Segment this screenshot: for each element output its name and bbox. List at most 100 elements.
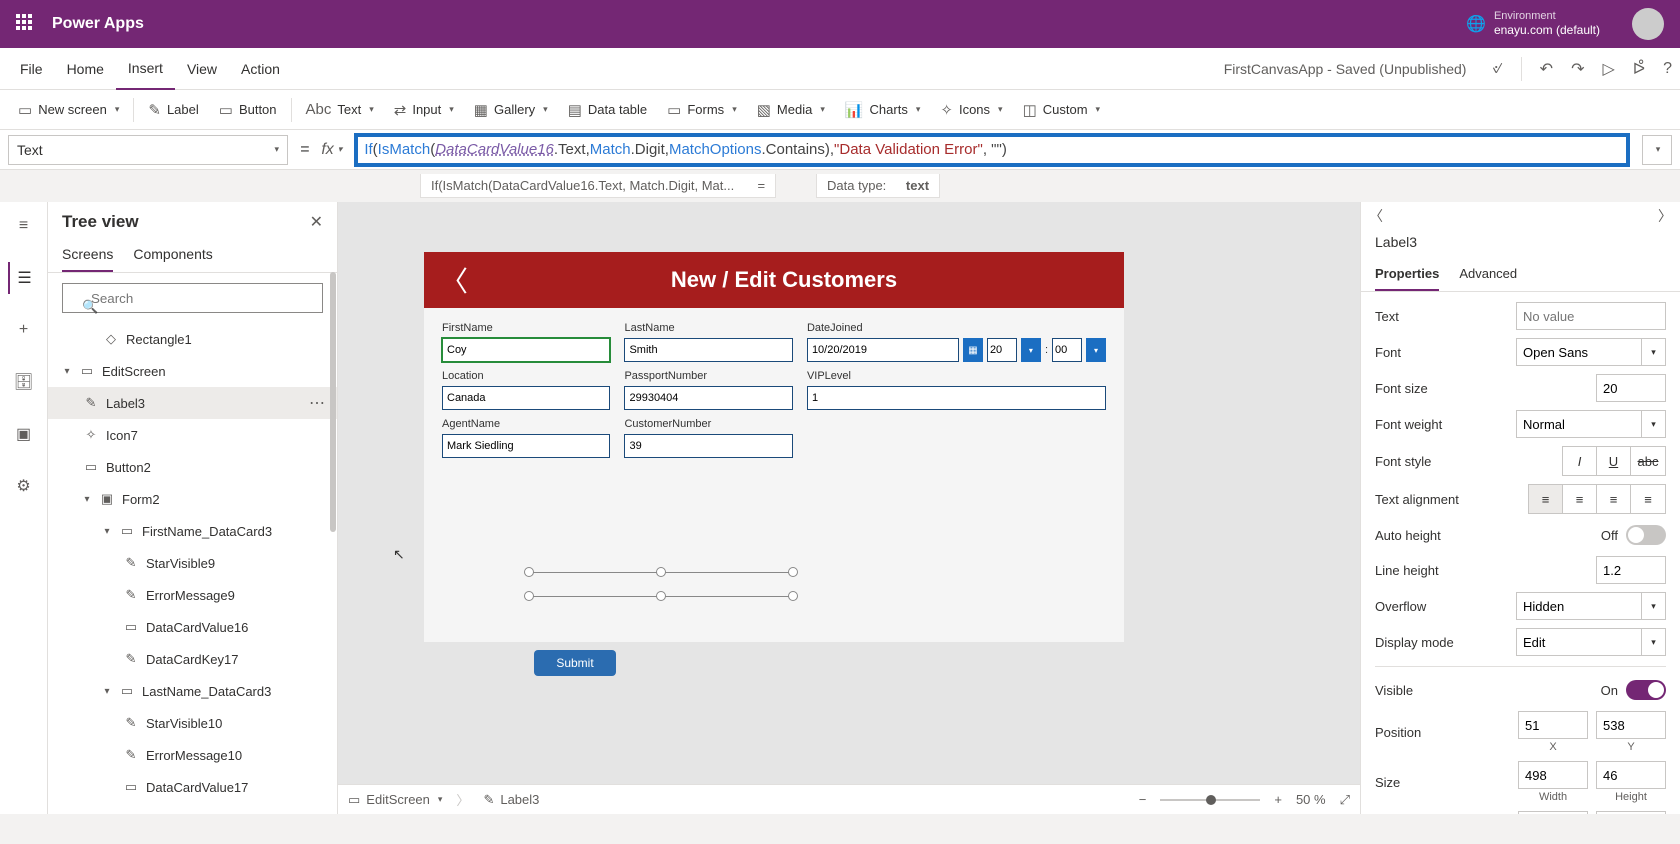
tab-screens[interactable]: Screens: [62, 238, 113, 272]
breadcrumb-label3[interactable]: ✎Label3: [483, 792, 539, 808]
tree-item-button2[interactable]: ▭Button2: [48, 451, 337, 483]
customernumber-input[interactable]: [624, 434, 792, 458]
ribbon-forms[interactable]: ▭Forms▾: [657, 94, 747, 126]
ribbon-button[interactable]: ▭Button: [209, 94, 287, 126]
prop-position-x[interactable]: [1518, 711, 1588, 739]
tree-item-starvisible10[interactable]: ✎StarVisible10: [48, 707, 337, 739]
lastname-input[interactable]: [624, 338, 792, 362]
tree-item-form2[interactable]: ▾▣Form2: [48, 483, 337, 515]
align-justify-button[interactable]: ≡: [1631, 485, 1665, 513]
zoom-in-icon[interactable]: +: [1274, 792, 1282, 807]
tree-item-editscreen[interactable]: ▾▭EditScreen: [48, 355, 337, 387]
menu-action[interactable]: Action: [229, 48, 292, 90]
calendar-icon[interactable]: ▦: [963, 338, 983, 362]
rail-tools-icon[interactable]: ⚙: [8, 470, 40, 502]
ribbon-label[interactable]: ✎Label: [138, 94, 208, 126]
align-right-button[interactable]: ≡: [1597, 485, 1631, 513]
datejoined-min-input[interactable]: [1052, 338, 1082, 362]
formula-expand-button[interactable]: ▾: [1642, 135, 1672, 165]
environment-selector[interactable]: 🌐 Environment enayu.com (default): [1466, 10, 1600, 38]
tree-list[interactable]: ◇Rectangle1 ▾▭EditScreen ✎Label3⋯ ✧Icon7…: [48, 323, 337, 814]
rail-tree-icon[interactable]: ☰: [8, 262, 40, 294]
app-checker-icon[interactable]: ୰: [1492, 60, 1502, 78]
play-icon[interactable]: ▷: [1602, 59, 1614, 79]
datejoined-hour-input[interactable]: [987, 338, 1017, 362]
rail-media-icon[interactable]: ▣: [8, 418, 40, 450]
prop-overflow-select[interactable]: [1516, 592, 1642, 620]
italic-button[interactable]: I: [1563, 447, 1597, 475]
scrollbar-thumb[interactable]: [330, 272, 336, 532]
zoom-out-icon[interactable]: −: [1139, 792, 1147, 807]
tree-item-datacardvalue16[interactable]: ▭DataCardValue16: [48, 611, 337, 643]
waffle-icon[interactable]: [16, 14, 36, 34]
tree-item-datacardkey17[interactable]: ✎DataCardKey17: [48, 643, 337, 675]
submit-button[interactable]: Submit: [534, 650, 616, 676]
formula-input[interactable]: If(IsMatch(DataCardValue16.Text, Match.D…: [354, 133, 1630, 167]
tab-properties[interactable]: Properties: [1375, 258, 1439, 291]
ribbon-input[interactable]: ⇄Input▾: [384, 94, 464, 126]
undo-icon[interactable]: ↶: [1540, 59, 1553, 79]
tree-item-errormessage9[interactable]: ✎ErrorMessage9: [48, 579, 337, 611]
visible-toggle[interactable]: [1626, 680, 1666, 700]
tree-item-lastname-dc[interactable]: ▾▭LastName_DataCard3: [48, 675, 337, 707]
ribbon-gallery[interactable]: ▦Gallery▾: [464, 94, 558, 126]
firstname-input[interactable]: [442, 338, 610, 362]
zoom-slider[interactable]: [1160, 799, 1260, 801]
agentname-input[interactable]: [442, 434, 610, 458]
tree-item-datacardvalue17[interactable]: ▭DataCardValue17: [48, 771, 337, 803]
ribbon-charts[interactable]: 📊Charts▾: [835, 94, 931, 126]
align-left-button[interactable]: ≡: [1529, 485, 1563, 513]
tree-item-starvisible9[interactable]: ✎StarVisible9: [48, 547, 337, 579]
canvas-screen[interactable]: 〈 New / Edit Customers FirstName LastNam…: [424, 252, 1124, 642]
prop-font-select[interactable]: [1516, 338, 1642, 366]
align-center-button[interactable]: ≡: [1563, 485, 1597, 513]
underline-button[interactable]: U: [1597, 447, 1631, 475]
location-input[interactable]: [442, 386, 610, 410]
prop-displaymode-select[interactable]: [1516, 628, 1642, 656]
property-selector[interactable]: Text▾: [8, 135, 288, 165]
tree-item-icon7[interactable]: ✧Icon7: [48, 419, 337, 451]
tree-search-input[interactable]: [62, 283, 323, 313]
tab-advanced[interactable]: Advanced: [1459, 258, 1517, 291]
chevron-right-icon[interactable]: 〉: [1658, 206, 1672, 226]
canvas-area[interactable]: 〈 New / Edit Customers FirstName LastNam…: [338, 202, 1360, 814]
menu-insert[interactable]: Insert: [116, 48, 175, 90]
prop-padding-bottom[interactable]: [1596, 811, 1666, 814]
prop-size-w[interactable]: [1518, 761, 1588, 789]
tab-components[interactable]: Components: [133, 238, 212, 272]
menu-home[interactable]: Home: [55, 48, 116, 90]
close-icon[interactable]: ✕: [310, 212, 323, 232]
help-icon[interactable]: ?: [1663, 60, 1672, 78]
tree-item-rectangle1[interactable]: ◇Rectangle1: [48, 323, 337, 355]
tree-item-label3[interactable]: ✎Label3⋯: [48, 387, 337, 419]
chevron-down-icon[interactable]: ▾: [1086, 338, 1106, 362]
prop-fontweight-select[interactable]: [1516, 410, 1642, 438]
autoheight-toggle[interactable]: [1626, 525, 1666, 545]
ribbon-icons[interactable]: ✧Icons▾: [930, 94, 1012, 126]
breadcrumb-editscreen[interactable]: ▭EditScreen▾: [348, 792, 442, 808]
more-icon[interactable]: ⋯: [309, 393, 327, 413]
menu-view[interactable]: View: [175, 48, 229, 90]
redo-icon[interactable]: ↷: [1571, 59, 1584, 79]
chevron-left-icon[interactable]: 〈: [1369, 206, 1383, 226]
viplevel-input[interactable]: [807, 386, 1106, 410]
passportnumber-input[interactable]: [624, 386, 792, 410]
chevron-down-icon[interactable]: ▾: [1021, 338, 1041, 362]
tree-item-errormessage10[interactable]: ✎ErrorMessage10: [48, 739, 337, 771]
prop-size-h[interactable]: [1596, 761, 1666, 789]
ribbon-custom[interactable]: ◫Custom▾: [1013, 94, 1111, 126]
menu-file[interactable]: File: [8, 48, 55, 90]
ribbon-new-screen[interactable]: ▭New screen▾: [8, 94, 129, 126]
datejoined-date-input[interactable]: [807, 338, 959, 362]
selection-handles[interactable]: [529, 572, 793, 600]
ribbon-data-table[interactable]: ▤Data table: [558, 94, 657, 126]
ribbon-media[interactable]: ▧Media▾: [747, 94, 835, 126]
prop-position-y[interactable]: [1596, 711, 1666, 739]
rail-data-icon[interactable]: 🗄: [8, 366, 40, 398]
fx-label[interactable]: fx▾: [321, 141, 342, 159]
share-icon[interactable]: ᐅ̊: [1633, 59, 1645, 79]
prop-lineheight-input[interactable]: [1596, 556, 1666, 584]
prop-padding-top[interactable]: [1518, 811, 1588, 814]
strike-button[interactable]: abc: [1631, 447, 1665, 475]
ribbon-text[interactable]: AbcText▾: [296, 94, 384, 126]
